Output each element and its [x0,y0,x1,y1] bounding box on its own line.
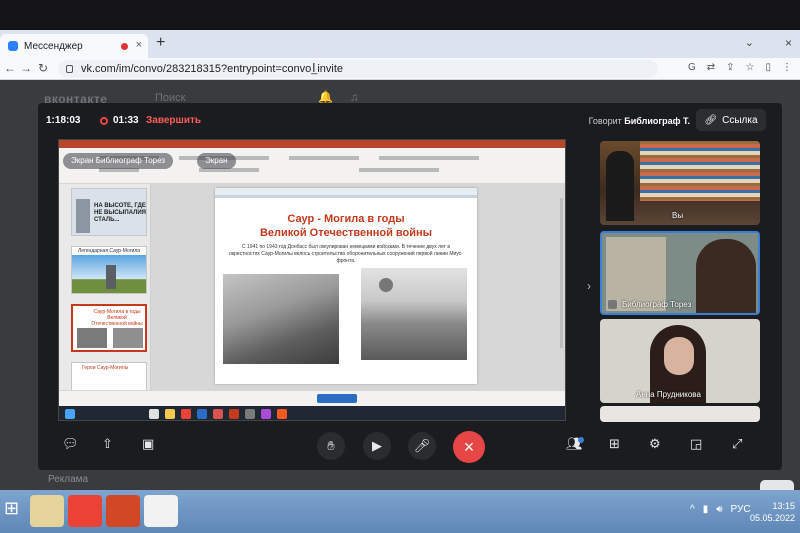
chevron-right-icon[interactable]: › [587,279,591,293]
vk-notification-icons[interactable]: 🔔 ♫ [318,90,359,104]
chat-icon[interactable]: 💬︎ [62,436,79,452]
reload-icon[interactable]: ↻ [38,61,48,75]
screen-owner-label: Экран Библиограф Торез [63,153,174,169]
slide-thumbnail-selected[interactable]: Саур-Могила в годы Великой Отечественной… [71,304,147,352]
text-cursor-icon: I [312,60,316,75]
recording-indicator-icon [121,43,128,50]
participant-tile-you[interactable]: Вы [600,141,760,225]
slide-body: С 1941 по 1943 год Донбасс был оккупиров… [229,244,463,264]
raise-hand-button[interactable]: ✋︎ [317,432,345,460]
slide-thumbnail[interactable]: НА ВЫСОТЕ, ГДЕ НЕ ВЫСЫПАЛИЯ СТАЛЬ... [71,188,147,236]
screen: вконтакте Поиск 🔔 ♫ Реклама Мессенджер ×… [0,0,800,533]
participant-tile-more[interactable] [600,406,760,422]
tab-search-chevron-icon[interactable]: ⌄ [745,36,754,49]
active-speaker: Говорит Библиограф Т. [589,116,690,126]
shared-taskbar [59,406,565,420]
effects-icon[interactable]: ▣ [142,436,154,452]
yandex-browser-icon[interactable] [144,495,178,527]
sidepanel-icon[interactable]: ▯ [765,62,771,73]
browser-toolbar: ← → ↻ vk.com/im/convo/283218315?entrypoi… [0,58,800,80]
tab-messenger[interactable]: Мессенджер × [0,34,148,58]
war-photo-soldiers [223,274,339,364]
link-label: Ссылка [722,114,758,126]
google-icon[interactable]: G [688,62,696,73]
forward-arrow-icon[interactable]: → [20,61,32,75]
speaking-prefix: Говорит [588,116,622,126]
bookmark-star-icon[interactable]: ☆ [746,62,755,73]
vk-favicon-icon [8,41,18,51]
copy-link-button[interactable]: 🔗︎ Ссылка [696,109,766,131]
back-arrow-icon[interactable]: ← [4,61,16,75]
mic-off-icon [608,300,617,309]
fullscreen-icon[interactable]: ⤢ [732,436,742,452]
clock[interactable]: 13:15 05.05.2022 [750,500,795,524]
grid-view-icon[interactable]: ⊞ [609,436,620,452]
network-icon[interactable]: ▮ [703,504,709,515]
powerpoint-titlebar [59,140,565,148]
powerpoint-statusbar [59,390,565,406]
explorer-icon[interactable] [30,495,64,527]
system-tray: ^ ▮ 🔊︎ РУС [690,504,751,515]
end-call-button[interactable]: × [453,431,485,463]
tray-arrow-icon[interactable]: ^ [690,504,695,515]
pip-icon[interactable]: ◲ [690,436,702,452]
lock-icon [66,65,73,73]
participant-name: Вы [672,211,684,220]
address-bar[interactable]: vk.com/im/convo/283218315?entrypoint=con… [58,60,658,78]
new-tab-button[interactable]: + [156,34,165,52]
volume-icon[interactable]: 🔊︎ [716,504,722,515]
speaking-name: Библиограф Т. [624,116,690,126]
slide-title: Саур - Могила в годы Великой Отечественн… [259,213,433,239]
camera-button[interactable]: ▶ [363,432,391,460]
statusbar-button[interactable] [317,394,357,403]
slide-thumbnail[interactable]: Легендарная Саур-Могила [71,246,147,294]
slide-editor: Саур - Могила в годы Великой Отечественн… [151,184,565,406]
tab-close-button[interactable]: × [136,39,142,51]
war-photo-field [361,268,467,360]
tab-title: Мессенджер [24,40,83,52]
menu-dots-icon[interactable]: ⋮ [782,62,792,73]
stop-recording-button[interactable]: Завершить [146,115,201,126]
participant-tile-anna[interactable]: Анна Прудникова [600,319,760,403]
record-icon [100,117,108,125]
participant-name: Библиограф Торез [622,300,692,309]
url-text: vk.com/im/convo/283218315?entrypoint=con… [81,63,344,75]
share-icon[interactable]: ⇪ [726,62,734,73]
toolbar-icons: G ⇄ ⇪ ☆ ▯ ⋮ [688,62,792,73]
current-slide: Саур - Могила в годы Великой Отечественн… [215,188,477,384]
link-icon: 🔗︎ [704,114,718,126]
settings-gear-icon[interactable]: ⚙ [649,436,661,452]
share-screen-icon[interactable]: ⇧ [102,436,113,452]
slide-scrollbar[interactable] [560,198,563,348]
windows-taskbar: ⊞ ^ ▮ 🔊︎ РУС 13:15 05.05.2022 [0,490,800,533]
language-indicator[interactable]: РУС [731,504,751,515]
screen-share[interactable]: Экран Библиограф Торез Экран НА ВЫСОТЕ, … [58,139,566,421]
participant-tile-bibliograf[interactable]: Библиограф Торез [600,231,760,315]
windows-start-icon[interactable]: ⊞ [4,498,19,519]
screen-label: Экран [197,153,236,169]
participant-name: Анна Прудникова [636,390,701,399]
participants-badge [578,437,584,443]
call-duration: 1:18:03 [46,115,81,126]
slide-thumbnails: НА ВЫСОТЕ, ГДЕ НЕ ВЫСЫПАЛИЯ СТАЛЬ... Лег… [59,184,151,406]
browser-tabbar: Мессенджер × + ⌄ × [0,30,800,58]
window-close-icon[interactable]: × [785,36,792,50]
recording-time: 01:33 [113,115,139,126]
powerpoint-icon[interactable] [106,495,140,527]
translate-icon[interactable]: ⇄ [707,62,715,73]
microphone-button[interactable]: 🎤︎ [408,432,436,460]
chrome-icon[interactable] [68,495,102,527]
video-call-window: 1:18:03 01:33 Завершить Говорит Библиогр… [38,103,782,470]
vk-ad-label[interactable]: Реклама [48,474,88,485]
